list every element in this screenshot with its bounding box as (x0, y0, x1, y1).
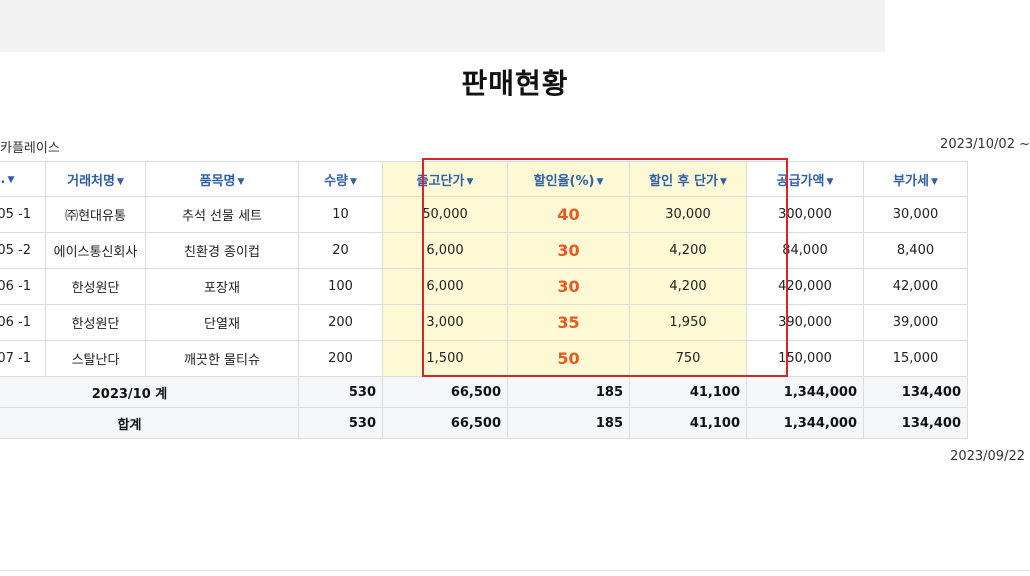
cell-qty: 20 (298, 232, 383, 269)
cell-supply: 300,000 (746, 196, 864, 233)
sort-down-icon[interactable]: ▼ (7, 175, 14, 185)
cell-no: 06 -1 (0, 304, 46, 341)
cell-supply: 390,000 (746, 304, 864, 341)
cell-customer: 스탈난다 (45, 340, 146, 377)
table-row[interactable]: 06 -1 한성원단 단열재 200 3,000 35 1,950 390,00… (0, 304, 968, 341)
col-header-qty[interactable]: 수량 ▼ (298, 161, 383, 197)
col-header-after-price[interactable]: 할인 후 단가 ▼ (629, 161, 747, 197)
cell-item: 깨끗한 물티슈 (145, 340, 299, 377)
cell-after-price: 4,200 (629, 232, 747, 269)
sales-table: o.▼ 거래처명▼ 품목명▼ 수량▼ 출고단가▼ 할인율(%)▼ 할인 후 단가… (0, 161, 968, 439)
sort-down-icon[interactable]: ▼ (720, 177, 727, 187)
cell-unit-price: 1,500 (382, 340, 508, 377)
subtotal-label: 2023/10 계 (0, 376, 299, 408)
total-discount: 185 (507, 407, 630, 439)
sort-down-icon[interactable]: ▼ (931, 177, 938, 187)
cell-customer: ㈜현대유통 (45, 196, 146, 233)
subtotal-unit-price: 66,500 (382, 376, 508, 408)
cell-discount: 40 (507, 196, 630, 233)
table-header-row: o.▼ 거래처명▼ 품목명▼ 수량▼ 출고단가▼ 할인율(%)▼ 할인 후 단가… (0, 161, 968, 197)
sort-down-icon[interactable]: ▼ (350, 177, 357, 187)
cell-unit-price: 50,000 (382, 196, 508, 233)
cell-after-price: 4,200 (629, 268, 747, 305)
cell-no: 05 -1 (0, 196, 46, 233)
col-header-discount[interactable]: 할인율(%) ▼ (507, 161, 630, 197)
cell-after-price: 30,000 (629, 196, 747, 233)
cell-customer: 한성원단 (45, 268, 146, 305)
cell-after-price: 750 (629, 340, 747, 377)
col-header-supply[interactable]: 공급가액 ▼ (746, 161, 864, 197)
cell-qty: 10 (298, 196, 383, 233)
company-name: 카플레이스 (0, 141, 60, 156)
cell-vat: 15,000 (863, 340, 968, 377)
cell-vat: 8,400 (863, 232, 968, 269)
total-qty: 530 (298, 407, 383, 439)
total-supply: 1,344,000 (746, 407, 864, 439)
cell-customer: 에이스통신회사 (45, 232, 146, 269)
cell-discount: 35 (507, 304, 630, 341)
sort-down-icon[interactable]: ▼ (237, 177, 244, 187)
cell-vat: 39,000 (863, 304, 968, 341)
cell-no: 06 -1 (0, 268, 46, 305)
cell-item: 추석 선물 세트 (145, 196, 299, 233)
col-header-no[interactable]: o.▼ (0, 161, 46, 197)
cell-item: 친환경 종이컵 (145, 232, 299, 269)
table-row[interactable]: 05 -2 에이스통신회사 친환경 종이컵 20 6,000 30 4,200 … (0, 232, 968, 269)
cell-unit-price: 6,000 (382, 232, 508, 269)
cell-unit-price: 3,000 (382, 304, 508, 341)
col-header-unit-price[interactable]: 출고단가 ▼ (382, 161, 508, 197)
total-label: 합계 (0, 407, 299, 439)
date-range: 2023/10/02 ~ (940, 137, 1030, 152)
top-toolbar-area (0, 0, 885, 52)
subtotal-row: 2023/10 계 530 66,500 185 41,100 1,344,00… (0, 376, 968, 408)
table-row[interactable]: 07 -1 스탈난다 깨끗한 물티슈 200 1,500 50 750 150,… (0, 340, 968, 377)
cell-vat: 30,000 (863, 196, 968, 233)
print-date: 2023/09/22 (950, 449, 1025, 464)
cell-supply: 84,000 (746, 232, 864, 269)
cell-discount: 30 (507, 268, 630, 305)
sort-down-icon[interactable]: ▼ (117, 177, 124, 187)
cell-discount: 30 (507, 232, 630, 269)
cell-unit-price: 6,000 (382, 268, 508, 305)
cell-discount: 50 (507, 340, 630, 377)
subtotal-discount: 185 (507, 376, 630, 408)
sort-down-icon[interactable]: ▼ (826, 177, 833, 187)
cell-qty: 200 (298, 304, 383, 341)
col-header-item[interactable]: 품목명 ▼ (145, 161, 299, 197)
total-vat: 134,400 (863, 407, 968, 439)
cell-after-price: 1,950 (629, 304, 747, 341)
cell-item: 포장재 (145, 268, 299, 305)
cell-qty: 200 (298, 340, 383, 377)
cell-customer: 한성원단 (45, 304, 146, 341)
cell-supply: 420,000 (746, 268, 864, 305)
total-row: 합계 530 66,500 185 41,100 1,344,000 134,4… (0, 407, 968, 439)
table-row[interactable]: 05 -1 ㈜현대유통 추석 선물 세트 10 50,000 40 30,000… (0, 196, 968, 233)
cell-no: 05 -2 (0, 232, 46, 269)
table-row[interactable]: 06 -1 한성원단 포장재 100 6,000 30 4,200 420,00… (0, 268, 968, 305)
cell-vat: 42,000 (863, 268, 968, 305)
col-header-vat[interactable]: 부가세 ▼ (863, 161, 968, 197)
page-title: 판매현황 (461, 67, 569, 100)
total-unit-price: 66,500 (382, 407, 508, 439)
subtotal-supply: 1,344,000 (746, 376, 864, 408)
subtotal-vat: 134,400 (863, 376, 968, 408)
cell-qty: 100 (298, 268, 383, 305)
subtotal-after-price: 41,100 (629, 376, 747, 408)
sort-down-icon[interactable]: ▼ (466, 177, 473, 187)
col-header-customer[interactable]: 거래처명 ▼ (45, 161, 146, 197)
sort-down-icon[interactable]: ▼ (596, 177, 603, 187)
cell-no: 07 -1 (0, 340, 46, 377)
cell-item: 단열재 (145, 304, 299, 341)
divider (0, 570, 1030, 571)
total-after-price: 41,100 (629, 407, 747, 439)
subtotal-qty: 530 (298, 376, 383, 408)
cell-supply: 150,000 (746, 340, 864, 377)
